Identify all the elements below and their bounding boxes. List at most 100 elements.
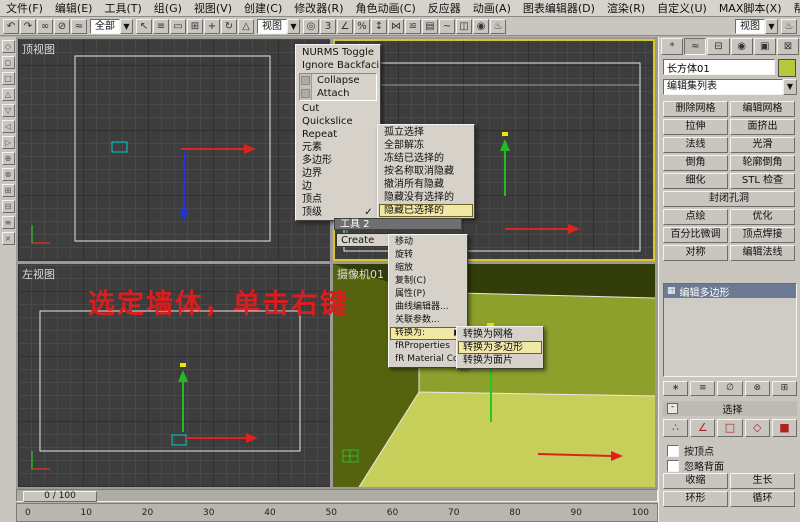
modifier-button[interactable]: 封闭孔洞 bbox=[663, 191, 795, 207]
time-slider-handle[interactable]: 0 / 100 bbox=[23, 491, 97, 502]
undo-icon[interactable]: ↶ bbox=[3, 18, 19, 34]
track-bar[interactable]: 0 10 20 30 40 50 60 70 80 90 100 bbox=[16, 503, 658, 522]
percent-snap-icon[interactable]: % bbox=[354, 18, 370, 34]
menu-item[interactable]: 顶点 bbox=[297, 193, 379, 206]
left-toolbar-icon[interactable]: □ bbox=[1, 72, 15, 85]
menu-item[interactable]: 动画(A) bbox=[467, 0, 517, 16]
select-and-manipulate-icon[interactable]: ◎ bbox=[303, 18, 319, 34]
menu-item[interactable]: 旋转 bbox=[390, 249, 466, 262]
menu-item[interactable]: 创建(C) bbox=[238, 0, 288, 16]
menu-item[interactable]: 孤立选择 bbox=[379, 126, 473, 139]
menu-item[interactable]: NURMS Toggle bbox=[297, 46, 379, 59]
menu-item[interactable]: 移动 bbox=[390, 236, 466, 249]
bind-to-space-warp-icon[interactable]: ≈ bbox=[71, 18, 87, 34]
left-toolbar-icon[interactable]: ≡ bbox=[1, 216, 15, 229]
ignore-backfacing-checkbox[interactable]: 忽略背面 bbox=[667, 458, 724, 473]
menu-item[interactable]: Repeat bbox=[297, 128, 379, 141]
menu-item[interactable]: 关联参数... bbox=[390, 314, 466, 327]
viewport-label[interactable]: 左视图 bbox=[22, 266, 55, 282]
menu-item[interactable]: 工具(T) bbox=[98, 0, 147, 16]
show-end-result-icon[interactable]: ≡ bbox=[690, 381, 716, 396]
menu-item[interactable]: 转换为多边形 bbox=[458, 341, 542, 354]
menu-item[interactable]: 组(G) bbox=[148, 0, 188, 16]
selection-filter-dropdown[interactable]: 全部 ▼ bbox=[90, 18, 133, 34]
modifier-button[interactable]: 倒角 bbox=[663, 155, 728, 171]
border-icon[interactable]: □ bbox=[717, 419, 743, 437]
modifier-button[interactable]: 拉伸 bbox=[663, 119, 728, 135]
remove-modifier-icon[interactable]: ⊗ bbox=[744, 381, 770, 396]
object-name-field[interactable] bbox=[663, 59, 775, 75]
select-and-link-icon[interactable]: ∞ bbox=[37, 18, 53, 34]
tab-utilities[interactable]: ⊠ bbox=[776, 38, 800, 55]
render-scene-icon[interactable]: ♨ bbox=[490, 18, 506, 34]
select-by-name-icon[interactable]: ≡ bbox=[153, 18, 169, 34]
modifier-button[interactable]: 编辑网格 bbox=[730, 101, 795, 117]
collapse-icon[interactable]: - bbox=[667, 403, 678, 414]
selection-button[interactable]: 生长 bbox=[730, 473, 795, 489]
modifier-button[interactable]: 面挤出 bbox=[730, 119, 795, 135]
modifier-button[interactable]: 法线 bbox=[663, 137, 728, 153]
schematic-view-icon[interactable]: ◫ bbox=[456, 18, 472, 34]
render-type-dropdown[interactable]: 视图 ▼ bbox=[735, 18, 778, 34]
unlink-selection-icon[interactable]: ⊘ bbox=[54, 18, 70, 34]
modifier-button[interactable]: 删除网格 bbox=[663, 101, 728, 117]
spinner-snap-icon[interactable]: ↕ bbox=[371, 18, 387, 34]
tab-display[interactable]: ▣ bbox=[753, 38, 776, 55]
left-toolbar-icon[interactable]: ⊟ bbox=[1, 200, 15, 213]
menu-item-create[interactable]: Create bbox=[336, 233, 390, 247]
menu-item[interactable]: 全部解冻 bbox=[379, 139, 473, 152]
chevron-down-icon[interactable]: ▼ bbox=[120, 18, 133, 34]
modifier-stack[interactable]: ▦ 编辑多边形 bbox=[663, 283, 797, 377]
rectangular-selection-region-icon[interactable]: ▭ bbox=[170, 18, 186, 34]
quick-render-icon[interactable]: ♨ bbox=[781, 18, 797, 34]
tab-modify[interactable]: ≈ bbox=[684, 38, 707, 55]
selection-button[interactable]: 环形 bbox=[663, 491, 728, 507]
select-and-move-icon[interactable]: + bbox=[204, 18, 220, 34]
polygon-icon[interactable]: ◇ bbox=[744, 419, 770, 437]
menu-item[interactable]: fRProperties bbox=[390, 340, 466, 353]
menu-item[interactable]: 按名称取消隐藏 bbox=[379, 165, 473, 178]
checkbox-icon[interactable] bbox=[667, 444, 679, 457]
layer-manager-icon[interactable]: ▤ bbox=[422, 18, 438, 34]
left-toolbar-icon[interactable]: ◁ bbox=[1, 120, 15, 133]
menu-item[interactable]: 隐藏没有选择的 bbox=[379, 191, 473, 204]
pin-stack-icon[interactable]: ∗ bbox=[663, 381, 689, 396]
select-and-rotate-icon[interactable]: ↻ bbox=[221, 18, 237, 34]
menu-item[interactable]: 渲染(R) bbox=[601, 0, 651, 16]
menu-item[interactable]: 转换为:▶ bbox=[390, 327, 466, 340]
modifier-stack-entry[interactable]: ▦ 编辑多边形 bbox=[664, 284, 796, 299]
modifier-button[interactable]: 编辑法线 bbox=[730, 245, 795, 261]
tab-hierarchy[interactable]: ⊟ bbox=[707, 38, 730, 55]
chevron-down-icon[interactable]: ▼ bbox=[783, 79, 797, 95]
angle-snap-icon[interactable]: ∠ bbox=[337, 18, 353, 34]
viewport-camera[interactable]: 摄像机01 bbox=[333, 264, 655, 487]
selection-rollout-header[interactable]: - 选择 bbox=[663, 401, 797, 416]
modifier-list-dropdown[interactable]: 编辑集列表 ▼ bbox=[663, 79, 797, 95]
left-toolbar-icon[interactable]: ⊗ bbox=[1, 168, 15, 181]
align-icon[interactable]: ≌ bbox=[405, 18, 421, 34]
left-toolbar-icon[interactable]: ▷ bbox=[1, 136, 15, 149]
menu-item[interactable]: 自定义(U) bbox=[651, 0, 713, 16]
left-toolbar-icon[interactable]: ⊕ bbox=[1, 152, 15, 165]
chevron-down-icon[interactable]: ▼ bbox=[765, 18, 778, 34]
menu-item[interactable]: 属性(P) bbox=[390, 288, 466, 301]
left-toolbar-icon[interactable]: △ bbox=[1, 88, 15, 101]
checkbox-icon[interactable] bbox=[667, 459, 679, 472]
element-icon[interactable]: ■ bbox=[771, 419, 798, 437]
snap-toggle-icon[interactable]: 3 bbox=[320, 18, 336, 34]
material-editor-icon[interactable]: ◉ bbox=[473, 18, 489, 34]
make-unique-icon[interactable]: ∅ bbox=[717, 381, 743, 396]
redo-icon[interactable]: ↷ bbox=[20, 18, 36, 34]
menu-item[interactable]: 缩放 bbox=[390, 262, 466, 275]
selection-button[interactable]: 收缩 bbox=[663, 473, 728, 489]
modifier-button[interactable]: 百分比微调 bbox=[663, 227, 728, 243]
left-toolbar-icon[interactable]: ○ bbox=[1, 56, 15, 69]
viewport-top[interactable]: 顶视图 bbox=[18, 39, 330, 261]
menu-item[interactable]: 转换为面片 bbox=[458, 354, 542, 367]
menu-item[interactable]: Attach bbox=[312, 87, 376, 100]
select-object-icon[interactable]: ↖ bbox=[136, 18, 152, 34]
window-crossing-icon[interactable]: ⊞ bbox=[187, 18, 203, 34]
modifier-button[interactable]: 光滑 bbox=[730, 137, 795, 153]
selection-button[interactable]: 循环 bbox=[730, 491, 795, 507]
modifier-button[interactable]: 细化 bbox=[663, 173, 728, 189]
